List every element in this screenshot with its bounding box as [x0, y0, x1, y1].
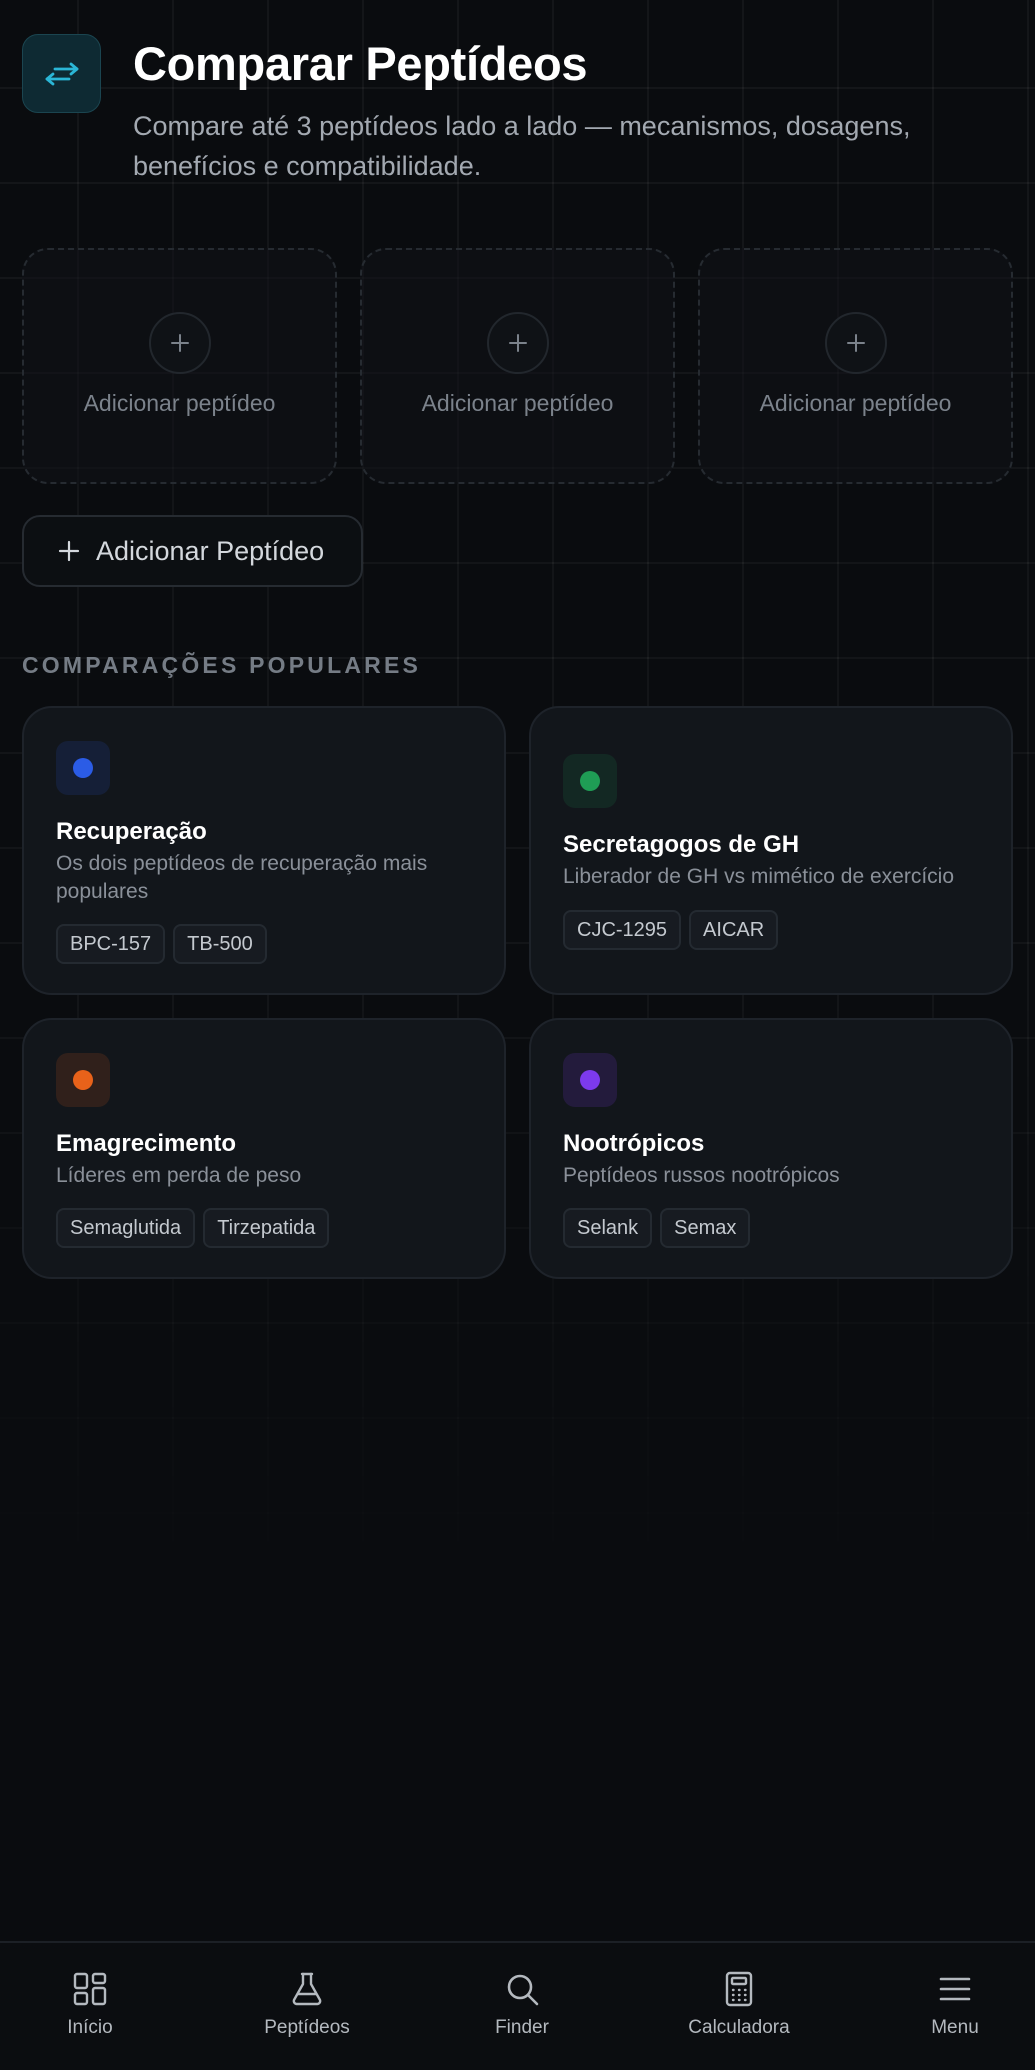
card-title: Emagrecimento [56, 1130, 237, 1157]
comparison-card-secretagogos[interactable]: Secretagogos de GH Liberador de GH vs mi… [529, 706, 1013, 995]
add-peptide-slot-2[interactable]: Adicionar peptídeo [360, 248, 675, 484]
slot-label: Adicionar peptídeo [759, 390, 952, 416]
plus-icon [486, 312, 549, 374]
bottom-nav: Início Peptídeos Finder Calculadora Menu [0, 1941, 1035, 2070]
add-peptide-slot-3[interactable]: Adicionar peptídeo [698, 248, 1013, 484]
card-title: Nootrópicos [563, 1130, 705, 1157]
flask-icon [292, 1972, 322, 2006]
page-title: Comparar Peptídeos [133, 37, 588, 90]
add-peptide-button-label: Adicionar Peptídeo [96, 535, 325, 566]
nav-item-finder[interactable]: Finder [437, 1971, 607, 2039]
card-description: Os dois peptídeos de recuperação mais po… [56, 852, 428, 903]
nav-label: Peptídeos [264, 2017, 350, 2038]
tag: Tirzepatida [203, 1208, 330, 1248]
nav-item-inicio[interactable]: Início [5, 1971, 175, 2039]
tag: Semax [660, 1208, 751, 1248]
dot-icon [563, 754, 617, 808]
comparison-card-emagrecimento[interactable]: Emagrecimento Líderes em perda de peso S… [22, 1018, 506, 1279]
nav-item-calculadora[interactable]: Calculadora [654, 1971, 824, 2039]
card-description: Peptídeos russos nootrópicos [563, 1164, 840, 1187]
tag: AICAR [689, 910, 779, 950]
nav-item-peptideos[interactable]: Peptídeos [222, 1971, 392, 2039]
comparison-card-recuperacao[interactable]: Recuperação Os dois peptídeos de recuper… [22, 706, 506, 995]
card-description: Líderes em perda de peso [56, 1164, 302, 1187]
dot-icon [563, 1053, 617, 1107]
card-description: Liberador de GH vs mimético de exercício [563, 865, 954, 888]
plus-icon [824, 312, 887, 374]
add-peptide-button[interactable]: Adicionar Peptídeo [22, 515, 363, 587]
nav-label: Finder [495, 2017, 549, 2038]
tag: Selank [563, 1208, 653, 1248]
grid-icon [73, 1972, 107, 2006]
search-icon [507, 1974, 539, 2006]
card-title: Secretagogos de GH [563, 831, 800, 858]
add-peptide-slot-1[interactable]: Adicionar peptídeo [22, 248, 337, 484]
dot-icon [56, 741, 110, 795]
comparison-card-nootropicos[interactable]: Nootrópicos Peptídeos russos nootrópicos… [529, 1018, 1013, 1279]
card-tags: CJC-1295 AICAR [563, 910, 779, 950]
card-tags: BPC-157 TB-500 [56, 924, 267, 964]
arrows-swap-icon [22, 34, 101, 113]
tag: Semaglutida [56, 1208, 196, 1248]
nav-label: Calculadora [688, 2017, 790, 2038]
nav-item-menu[interactable]: Menu [870, 1971, 1035, 2039]
nav-label: Início [67, 2017, 113, 2038]
slot-label: Adicionar peptídeo [421, 390, 614, 416]
plus-icon [58, 540, 80, 562]
card-title: Recuperação [56, 818, 207, 845]
slot-label: Adicionar peptídeo [83, 390, 276, 416]
menu-icon [939, 1977, 971, 2001]
card-tags: Selank Semax [563, 1208, 751, 1248]
calculator-icon [725, 1971, 753, 2007]
nav-label: Menu [931, 2017, 979, 2038]
card-tags: Semaglutida Tirzepatida [56, 1208, 330, 1248]
page-subtitle: Compare até 3 peptídeos lado a lado — me… [133, 111, 911, 181]
tag: CJC-1295 [563, 910, 682, 950]
plus-icon [148, 312, 211, 374]
tag: BPC-157 [56, 924, 166, 964]
dot-icon [56, 1053, 110, 1107]
tag: TB-500 [173, 924, 267, 964]
section-title: COMPARAÇÕES POPULARES [22, 652, 422, 678]
